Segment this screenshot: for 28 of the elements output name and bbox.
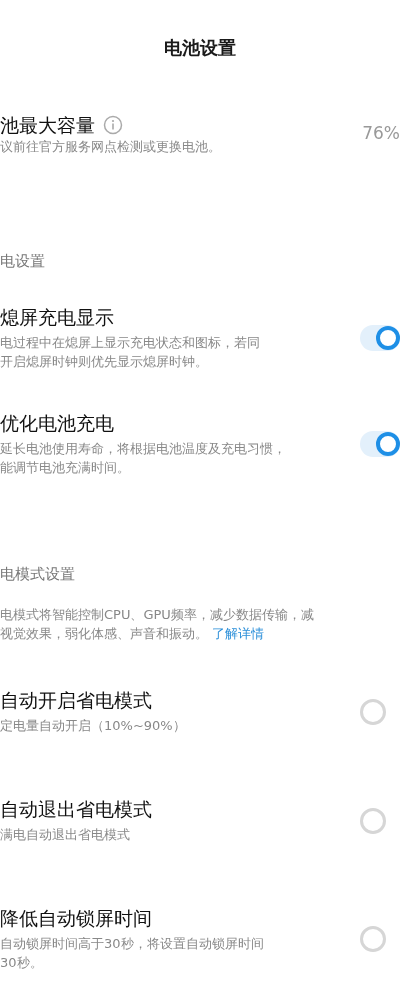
setting-title: 池最大容量 [0,113,95,137]
setting-title: 自动开启省电模式 [0,688,153,712]
setting-description: 自动锁屏时间高于30秒，将设置自动锁屏时间 [0,935,264,953]
setting-title: 自动退出省电模式 [0,797,152,821]
setting-description: 议前往官方服务网点检测或更换电池。 [0,138,221,156]
setting-description: 30秒。 [0,954,44,972]
setting-title: 熄屏充电显示 [0,304,115,329]
radio-button[interactable] [360,807,386,834]
setting-description: 定电量自动开启（10%~90%） [0,717,186,735]
radio-button[interactable] [360,926,386,952]
capacity-value: 76% [362,122,400,145]
setting-description: 满电自动退出省电模式 [0,826,131,844]
radio-button[interactable] [360,698,386,725]
page-title: 电池设置 [163,36,237,60]
setting-description: 开启熄屏时钟则优先显示熄屏时钟。 [0,352,209,371]
section-header: 电模式设置 [0,563,76,585]
setting-description: 电过程中在熄屏上显示充电状态和图标，若同 [0,333,260,352]
toggle-switch[interactable] [360,430,400,457]
info-icon[interactable] [103,115,123,135]
setting-description: 延长电池使用寿命，将根据电池温度及充电习惯， [0,439,286,458]
section-header: 电设置 [0,251,46,272]
section-note: 视觉效果，弱化体感、声音和振动。 [0,625,208,643]
section-note: 电模式将智能控制CPU、GPU频率，减少数据传输，减 [0,606,314,624]
setting-description: 能调节电池充满时间。 [0,458,131,477]
setting-title: 优化电池充电 [0,410,115,435]
setting-title: 降低自动锁屏时间 [0,906,153,930]
toggle-switch[interactable] [360,324,400,351]
learn-more-link[interactable]: 了解详情 [212,624,264,643]
